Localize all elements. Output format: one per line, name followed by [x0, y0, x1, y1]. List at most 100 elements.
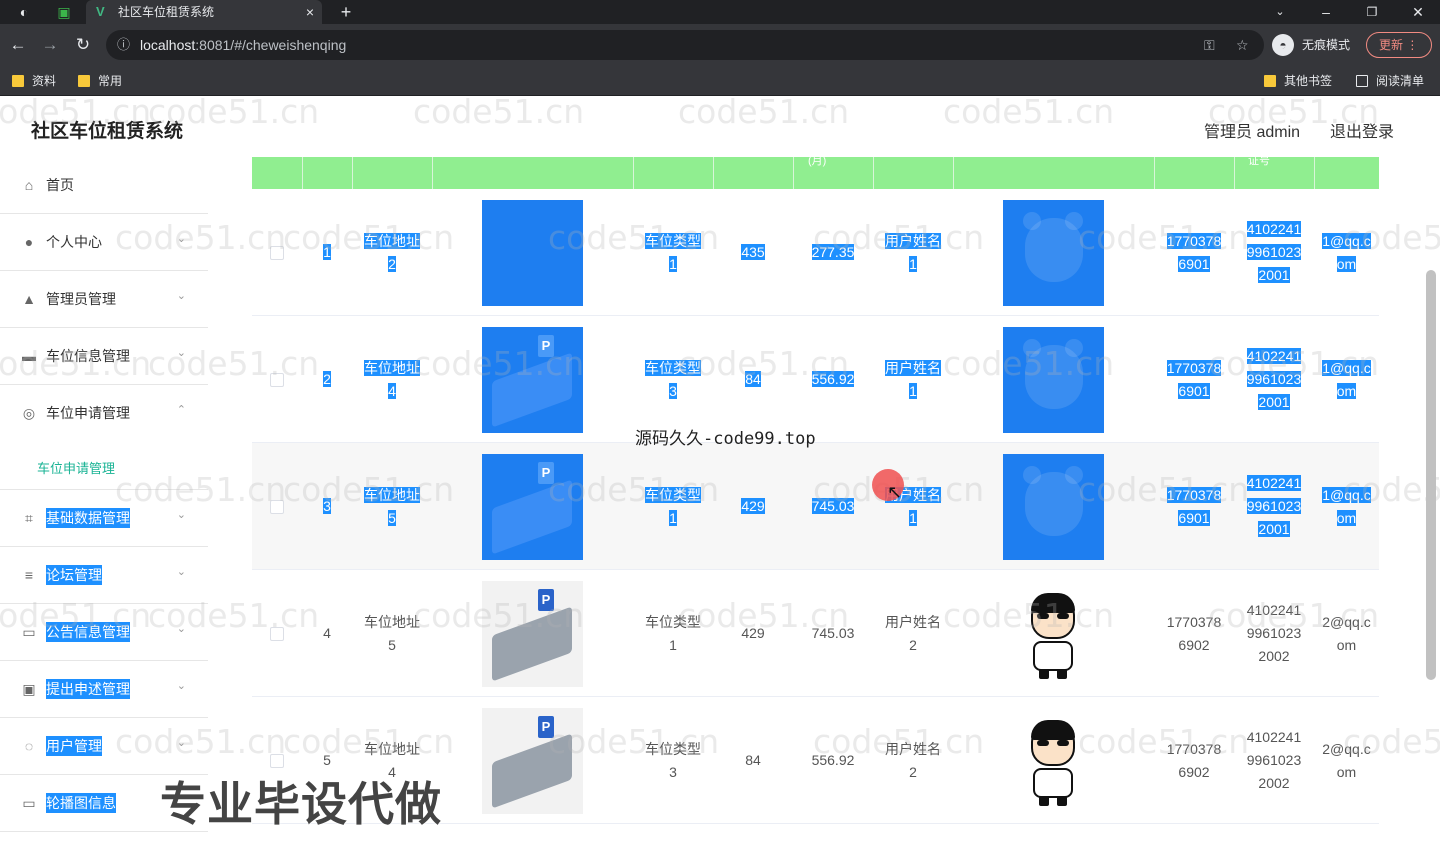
parking-lot-shape	[492, 478, 572, 555]
bookmark-star-icon[interactable]: ☆	[1236, 30, 1249, 60]
cell-line: 2002	[1258, 648, 1290, 664]
user-avatar[interactable]	[1003, 326, 1104, 433]
column-divider	[633, 157, 634, 189]
sidebar-item-users[interactable]: ◌ 用户管理 ⌄	[0, 718, 208, 775]
window-close-icon[interactable]: ✕	[1406, 0, 1430, 24]
cell-img: P	[432, 570, 633, 697]
sidebar-subitem-parking-apply[interactable]: 车位申请管理	[0, 442, 208, 490]
forward-icon[interactable]: →	[36, 24, 64, 66]
chevron-down-icon: ⌄	[176, 509, 186, 521]
new-tab-icon[interactable]: +	[334, 0, 358, 24]
sidebar-item-admin[interactable]: ▲ 管理员管理 ⌄	[0, 271, 208, 328]
cell-index: 1	[302, 189, 352, 316]
bookmark-folder[interactable]: 资料	[12, 66, 56, 96]
cell-text: 车位地址 2	[364, 230, 420, 276]
site-info-icon[interactable]: ⓘ	[117, 30, 130, 60]
row-checkbox[interactable]	[270, 753, 284, 768]
logout-link[interactable]: 退出登录	[1330, 118, 1394, 142]
cell-line: 2	[388, 255, 396, 272]
sidebar-item-parking-apply[interactable]: ◎ 车位申请管理 ⌃	[0, 385, 208, 442]
restore-icon[interactable]: ❐	[1360, 0, 1384, 24]
cell-line: 1770378	[1166, 740, 1222, 757]
app-icon[interactable]: ▣	[52, 0, 76, 24]
cell-idcard: 4102241 9961023 2002	[1234, 570, 1314, 697]
user-avatar[interactable]	[1003, 453, 1104, 560]
tab-close-icon[interactable]: ×	[306, 0, 314, 24]
bookmark-folder[interactable]: 其他书签	[1264, 66, 1332, 96]
cell-text: 556.92	[812, 749, 855, 772]
bookmark-folder[interactable]: 常用	[78, 66, 122, 96]
minimize-icon[interactable]: –	[1314, 0, 1338, 24]
sidebar-item-label: 提出申述管理	[46, 679, 130, 699]
tab-search-icon[interactable]: ⌄	[1268, 0, 1292, 24]
update-button[interactable]: 更新 ⋮	[1366, 32, 1432, 58]
cell-email: 2@qq.c om	[1314, 570, 1379, 697]
sidebar-item-profile[interactable]: ● 个人中心 ⌄	[0, 214, 208, 271]
incognito-indicator[interactable]: ◓ 无痕模式	[1272, 30, 1350, 60]
cell-email: 1@qq.c om	[1314, 189, 1379, 316]
user-avatar[interactable]	[1003, 708, 1104, 814]
column-divider	[1154, 157, 1155, 189]
chevron-down-icon: ⌄	[176, 347, 186, 359]
key-icon[interactable]: ⚿	[1204, 30, 1215, 60]
sidebar-item-complaint[interactable]: ▣ 提出申述管理 ⌄	[0, 661, 208, 718]
cell-line: 84	[745, 752, 761, 768]
column-header-fragment: 证号	[1248, 155, 1270, 167]
cell-line: 4	[388, 382, 396, 399]
parking-image[interactable]: P	[482, 707, 583, 814]
browser-tab-bar: ◐ ▣ V 社区车位租赁系统 × + ⌄ – ❐ ✕	[0, 0, 1440, 24]
bookmark-label: 资料	[32, 74, 57, 88]
more-icon: ⋮	[1406, 38, 1419, 52]
compass-icon: ◎	[22, 405, 36, 421]
sidebar-item-label: 基础数据管理	[46, 508, 130, 528]
column-divider	[713, 157, 714, 189]
cell-line: 车位地址	[364, 740, 420, 757]
parking-image[interactable]	[482, 199, 583, 306]
cell-text: 277.35	[811, 241, 855, 264]
scrollbar[interactable]	[1426, 270, 1436, 680]
url-input[interactable]: ⓘ localhost:8081/#/cheweishenqing ⚿ ☆	[106, 30, 1264, 60]
cell-line: 用户姓名	[885, 740, 941, 757]
cell-text: 1@qq.c om	[1322, 230, 1371, 276]
sidebar-item-label: 首页	[46, 177, 74, 193]
cell-line: 4	[323, 625, 331, 641]
bear-face-shape	[1025, 217, 1083, 282]
user-avatar[interactable]	[1003, 199, 1104, 306]
column-header-fragment: (月)	[808, 155, 827, 167]
reload-icon[interactable]: ↻	[69, 24, 97, 66]
url-path: :8081/#/cheweishenqing	[195, 37, 347, 53]
user-avatar[interactable]	[1003, 581, 1104, 687]
row-checkbox[interactable]	[270, 626, 284, 641]
cell-img	[432, 189, 633, 316]
cell-text: 2	[323, 368, 331, 391]
cell-line: 745.03	[811, 625, 855, 641]
row-checkbox[interactable]	[270, 245, 284, 260]
row-checkbox[interactable]	[270, 372, 284, 387]
cell-user: 用户姓名 2	[873, 570, 953, 697]
parking-image[interactable]: P	[482, 326, 583, 433]
sidebar-item-home[interactable]: ⌂ 首页	[0, 157, 208, 214]
cell-text: 4102241 9961023 2001	[1246, 472, 1302, 541]
reading-list[interactable]: 阅读清单	[1356, 66, 1424, 96]
sidebar-item-notice[interactable]: ▭ 公告信息管理 ⌄	[0, 604, 208, 661]
sidebar-item-parking-info[interactable]: ▬ 车位信息管理 ⌄	[0, 328, 208, 385]
cell-text: 车位地址 5	[364, 611, 420, 657]
parking-image[interactable]: P	[482, 453, 583, 560]
browser-menu-icon[interactable]: ◐	[12, 0, 36, 24]
cell-text: 3	[323, 495, 331, 518]
table-row[interactable]: 3 车位地址 5 P 车位类型 1 429 745.03 用户姓名 1 1770378 6901 410…	[252, 443, 1379, 570]
row-checkbox[interactable]	[270, 499, 284, 514]
back-icon[interactable]: ←	[4, 24, 32, 66]
watermark-text: code51.cn	[678, 92, 850, 131]
folder-icon	[12, 75, 24, 87]
sidebar-item-base-data[interactable]: ⌗ 基础数据管理 ⌄	[0, 490, 208, 547]
cell-avatar	[953, 697, 1154, 824]
reading-list-icon	[1356, 75, 1368, 87]
cell-address: 车位地址 2	[352, 189, 432, 316]
browser-tab[interactable]: V 社区车位租赁系统 ×	[86, 0, 322, 24]
table-row[interactable]: 1 车位地址 2 车位类型 1 435 277.35 用户姓名 1 1770378 6901 4102…	[252, 189, 1379, 316]
table-row[interactable]: 4 车位地址 5 P 车位类型 1 429 745.03 用户姓名 2 1770378 6902 410…	[252, 570, 1379, 697]
parking-image[interactable]: P	[482, 580, 583, 687]
column-divider	[793, 157, 794, 189]
sidebar-item-forum[interactable]: ≡ 论坛管理 ⌄	[0, 547, 208, 604]
